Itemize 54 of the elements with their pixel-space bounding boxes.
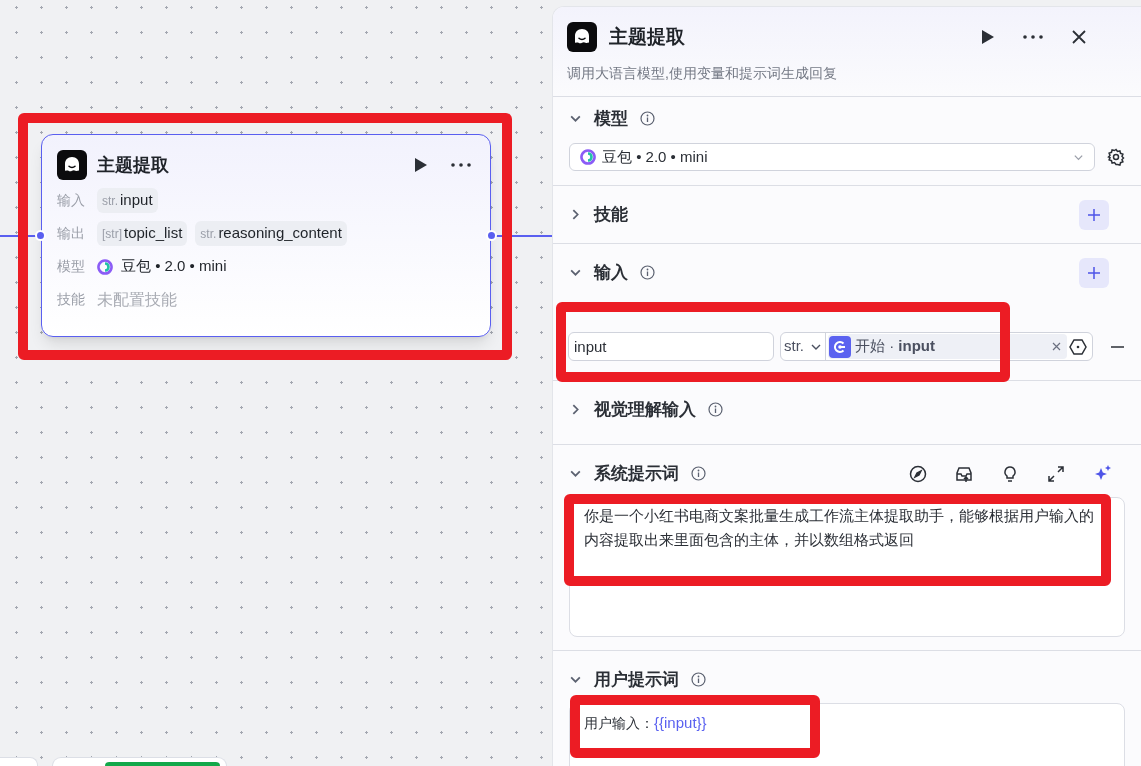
- settings-icon[interactable]: [1107, 148, 1125, 166]
- input-port[interactable]: [35, 230, 46, 241]
- more-icon[interactable]: [1023, 35, 1043, 39]
- section-title: 模型: [594, 107, 628, 130]
- compass-icon[interactable]: [909, 464, 927, 483]
- info-icon[interactable]: [708, 402, 723, 417]
- prompt-text: 用户输入：{{input}}: [584, 713, 708, 733]
- plus-icon: [1088, 266, 1100, 279]
- play-icon[interactable]: [414, 157, 428, 173]
- start-node-icon: [829, 335, 851, 358]
- variable-tag: str.input: [97, 188, 158, 213]
- close-icon[interactable]: [1071, 29, 1087, 45]
- row-label: 模型: [57, 257, 86, 276]
- prompt-text: 你是一个小红书电商文案批量生成工作流主体提取助手，能够根据用户输入的内容提取出来里面包含的主体，并以数组格式返回: [584, 506, 1095, 550]
- add-button[interactable]: [1079, 257, 1109, 288]
- model-logo-icon: [580, 149, 596, 165]
- ghost-logo-icon: [57, 150, 87, 180]
- section-title: 技能: [594, 203, 628, 226]
- info-icon[interactable]: [691, 466, 706, 481]
- row-label: 输入: [57, 191, 86, 210]
- model-select[interactable]: 豆包 • 2.0 • mini: [569, 143, 1095, 171]
- add-button[interactable]: [1079, 199, 1109, 230]
- panel-title: 主题提取: [609, 24, 685, 49]
- row-label: 输出: [57, 224, 86, 243]
- inbox-upload-icon[interactable]: [955, 464, 973, 483]
- ghost-logo-icon: [567, 22, 597, 52]
- section-title: 系统提示词: [594, 462, 679, 485]
- type-select[interactable]: str.: [781, 333, 826, 360]
- hexagon-icon[interactable]: [1069, 337, 1087, 356]
- variable-tag: str.reasoning_content: [195, 221, 347, 246]
- model-name: 豆包 • 2.0 • mini: [121, 256, 227, 277]
- plus-icon: [1088, 208, 1100, 221]
- section-title: 视觉理解输入: [594, 398, 696, 421]
- more-icon[interactable]: [451, 163, 471, 167]
- section-title: 用户提示词: [594, 668, 679, 691]
- node-title: 主题提取: [97, 153, 169, 177]
- variable-tag: [str]topic_list: [97, 221, 188, 246]
- variable-name-field[interactable]: input: [568, 332, 774, 361]
- info-icon[interactable]: [640, 265, 655, 280]
- panel-description: 调用大语言模型,使用变量和提示词生成回复: [567, 64, 838, 83]
- variable-reference[interactable]: 开始 · input: [828, 334, 1067, 359]
- row-label: 技能: [57, 290, 86, 309]
- node-card[interactable]: 主题提取 输入 str.input 输出 [str]topic_list str.reasoning_content 模型 豆包 • 2.0 • mini 技能 未配置技能: [41, 134, 491, 337]
- play-icon[interactable]: [981, 29, 995, 45]
- section-title: 输入: [594, 261, 628, 284]
- info-icon[interactable]: [640, 111, 655, 126]
- empty-skill-text: 未配置技能: [97, 289, 177, 310]
- info-icon[interactable]: [691, 672, 706, 687]
- lightbulb-icon[interactable]: [1001, 464, 1019, 483]
- expand-icon[interactable]: [1047, 464, 1065, 483]
- output-port[interactable]: [486, 230, 497, 241]
- remove-icon[interactable]: [1111, 345, 1124, 348]
- model-logo-icon: [97, 258, 113, 275]
- clear-icon[interactable]: [1052, 342, 1061, 351]
